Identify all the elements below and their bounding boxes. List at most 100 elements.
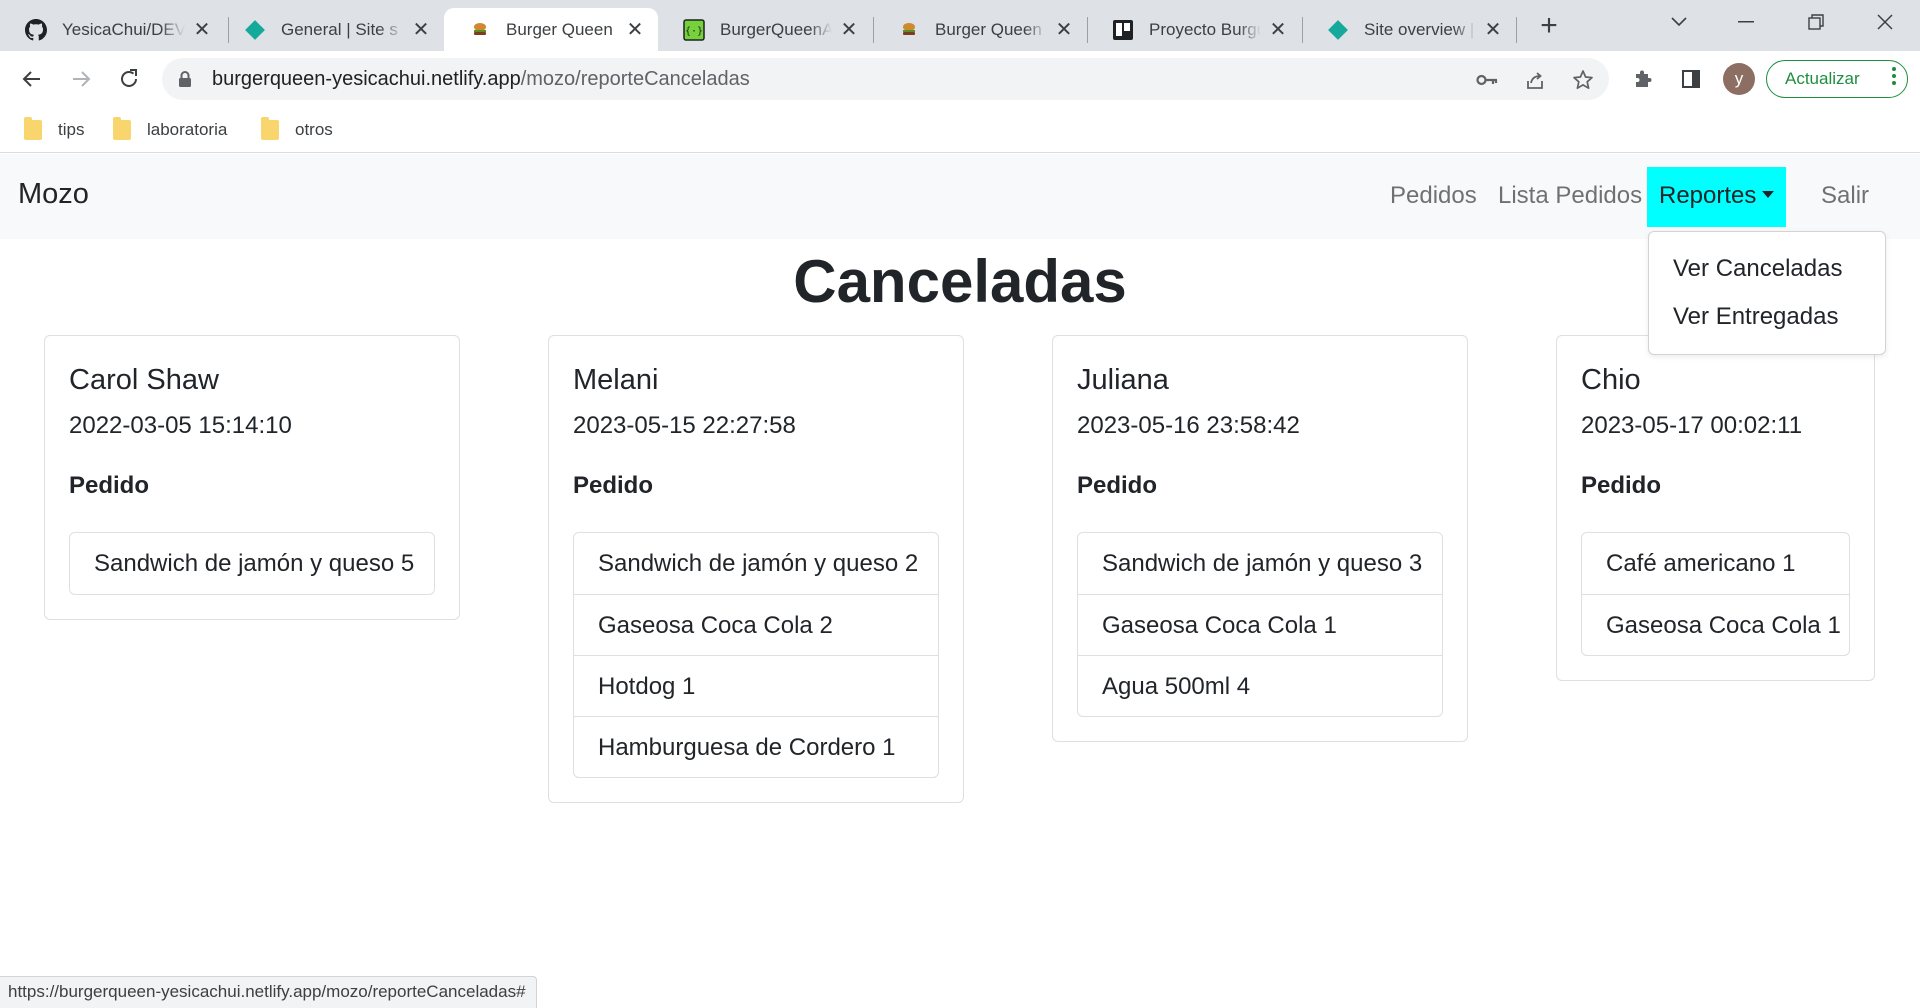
bookmark-folder[interactable]: tips xyxy=(24,116,84,144)
list-item: Sandwich de jamón y queso 2 xyxy=(598,550,919,577)
bookmark-label: tips xyxy=(58,120,85,139)
minimize-icon[interactable] xyxy=(1726,8,1766,36)
browser-tab[interactable]: Proyecto Burgu ✕ xyxy=(1087,8,1301,51)
close-icon[interactable]: ✕ xyxy=(1053,19,1075,41)
address-bar[interactable]: burgerqueen-yesicachui.netlify.app/mozo/… xyxy=(162,58,1609,100)
page-title: Canceladas xyxy=(793,248,1127,315)
browser-toolbar: burgerqueen-yesicachui.netlify.app/mozo/… xyxy=(0,51,1920,107)
lock-icon[interactable] xyxy=(178,70,192,93)
order-card: Juliana 2023-05-16 23:58:42 Pedido Sandw… xyxy=(1052,335,1468,742)
bookmark-folder[interactable]: laboratoria xyxy=(113,116,227,144)
order-date: 2023-05-15 22:27:58 xyxy=(573,412,796,439)
forward-arrow-icon[interactable] xyxy=(65,63,97,95)
new-tab-button[interactable]: + xyxy=(1533,9,1565,42)
browser-tab[interactable]: YesicaChui/DEV ✕ xyxy=(0,8,225,51)
share-icon[interactable] xyxy=(1524,69,1546,91)
link-status-bar: https://burgerqueen-yesicachui.netlify.a… xyxy=(0,976,537,1008)
list-item: Gaseosa Coca Cola 2 xyxy=(574,594,938,655)
back-arrow-icon[interactable] xyxy=(16,63,48,95)
netlify-icon xyxy=(1327,19,1349,41)
list-item: Hamburguesa de Cordero 1 xyxy=(574,716,938,777)
trello-icon xyxy=(1112,19,1134,41)
tab-title: Site overview | xyxy=(1364,19,1475,39)
restore-icon[interactable] xyxy=(1796,8,1836,36)
side-panel-icon[interactable] xyxy=(1675,63,1707,95)
nav-link-lista-pedidos[interactable]: Lista Pedidos xyxy=(1498,182,1642,210)
close-icon[interactable]: ✕ xyxy=(1482,19,1504,41)
svg-text:{·}: {·} xyxy=(685,26,703,37)
order-card: Carol Shaw 2022-03-05 15:14:10 Pedido Sa… xyxy=(44,335,460,620)
close-icon[interactable]: ✕ xyxy=(624,19,646,41)
order-label: Pedido xyxy=(1581,472,1662,499)
list-item: Agua 500ml 4 xyxy=(1078,655,1442,716)
order-items-list: Sandwich de jamón y queso 5 xyxy=(69,532,435,595)
burger-icon xyxy=(898,19,920,41)
update-button[interactable]: Actualizar xyxy=(1766,60,1908,98)
browser-tab[interactable]: Burger Queen ✕ xyxy=(873,8,1087,51)
url-host: burgerqueen-yesicachui.netlify.app xyxy=(212,68,521,90)
tab-title: Burger Queen xyxy=(506,19,613,39)
burger-icon xyxy=(469,19,491,41)
list-item: Café americano 1 xyxy=(1606,550,1796,577)
browser-tab-active[interactable]: Burger Queen ✕ xyxy=(444,8,658,51)
key-icon[interactable] xyxy=(1476,69,1498,91)
folder-icon xyxy=(261,117,279,140)
tab-title: Proyecto Burgu xyxy=(1149,19,1261,39)
caret-down-icon xyxy=(1762,191,1775,198)
close-icon[interactable]: ✕ xyxy=(191,19,213,41)
close-icon[interactable]: ✕ xyxy=(1267,19,1289,41)
nav-link-pedidos[interactable]: Pedidos xyxy=(1390,182,1477,210)
bookmark-label: otros xyxy=(295,120,333,139)
customer-name: Juliana xyxy=(1077,364,1169,396)
close-window-icon[interactable] xyxy=(1865,8,1905,36)
order-items-list: Sandwich de jamón y queso 2 Gaseosa Coca… xyxy=(573,532,939,778)
order-card: Melani 2023-05-15 22:27:58 Pedido Sandwi… xyxy=(548,335,964,803)
nav-dropdown-reportes[interactable]: Reportes xyxy=(1647,167,1787,227)
reload-icon[interactable] xyxy=(113,63,145,95)
tab-strip: YesicaChui/DEV ✕ General | Site s ✕ Burg… xyxy=(0,0,1920,51)
order-label: Pedido xyxy=(573,472,654,499)
order-items-list: Café americano 1 Gaseosa Coca Cola 1 xyxy=(1581,532,1850,656)
nav-link-salir[interactable]: Salir xyxy=(1821,182,1869,210)
tab-title: BurgerQueenA xyxy=(720,19,832,39)
order-card: Chio 2023-05-17 00:02:11 Pedido Café ame… xyxy=(1556,335,1875,681)
tab-title: YesicaChui/DEV xyxy=(62,19,185,39)
order-label: Pedido xyxy=(69,472,150,499)
tab-title: General | Site s xyxy=(281,19,398,39)
url-text: burgerqueen-yesicachui.netlify.app/mozo/… xyxy=(212,68,750,91)
customer-name: Carol Shaw xyxy=(69,364,219,396)
order-date: 2022-03-05 15:14:10 xyxy=(69,412,292,439)
navbar-brand[interactable]: Mozo xyxy=(18,178,89,211)
bookmark-label: laboratoria xyxy=(147,120,228,139)
order-date: 2023-05-17 00:02:11 xyxy=(1581,412,1803,439)
browser-tab[interactable]: {·} BurgerQueenA ✕ xyxy=(658,8,872,51)
dropdown-item-ver-canceladas[interactable]: Ver Canceladas xyxy=(1673,255,1842,283)
github-icon xyxy=(25,18,47,41)
bookmark-star-icon[interactable] xyxy=(1572,69,1594,91)
browser-tab[interactable]: Site overview | ✕ xyxy=(1302,8,1516,51)
tab-search-chevron-icon[interactable] xyxy=(1659,8,1699,36)
more-dots-icon[interactable] xyxy=(1891,67,1897,85)
close-icon[interactable]: ✕ xyxy=(838,19,860,41)
tab-title: Burger Queen xyxy=(935,19,1042,39)
dropdown-label: Reportes xyxy=(1659,182,1757,209)
customer-name: Chio xyxy=(1581,364,1641,396)
bookmark-folder[interactable]: otros xyxy=(261,116,333,144)
tab-separator xyxy=(1516,17,1517,43)
netlify-icon xyxy=(244,19,266,41)
list-item: Gaseosa Coca Cola 1 xyxy=(1078,594,1442,655)
bookmarks-bar: tips laboratoria otros xyxy=(0,107,1920,153)
browser-tab[interactable]: General | Site s ✕ xyxy=(219,8,444,51)
list-item: Hotdog 1 xyxy=(574,655,938,716)
close-icon[interactable]: ✕ xyxy=(410,19,432,41)
list-item: Sandwich de jamón y queso 3 xyxy=(1102,550,1423,577)
order-items-list: Sandwich de jamón y queso 3 Gaseosa Coca… xyxy=(1077,532,1443,717)
customer-name: Melani xyxy=(573,364,659,396)
profile-avatar[interactable]: y xyxy=(1723,63,1755,95)
extensions-puzzle-icon[interactable] xyxy=(1627,63,1659,95)
update-label: Actualizar xyxy=(1785,69,1860,88)
dropdown-item-ver-entregadas[interactable]: Ver Entregadas xyxy=(1673,303,1838,331)
page-content: Mozo Pedidos Lista Pedidos Reportes Sali… xyxy=(0,154,1920,1008)
list-item: Sandwich de jamón y queso 5 xyxy=(94,550,415,577)
url-path: /mozo/reporteCanceladas xyxy=(520,68,750,90)
